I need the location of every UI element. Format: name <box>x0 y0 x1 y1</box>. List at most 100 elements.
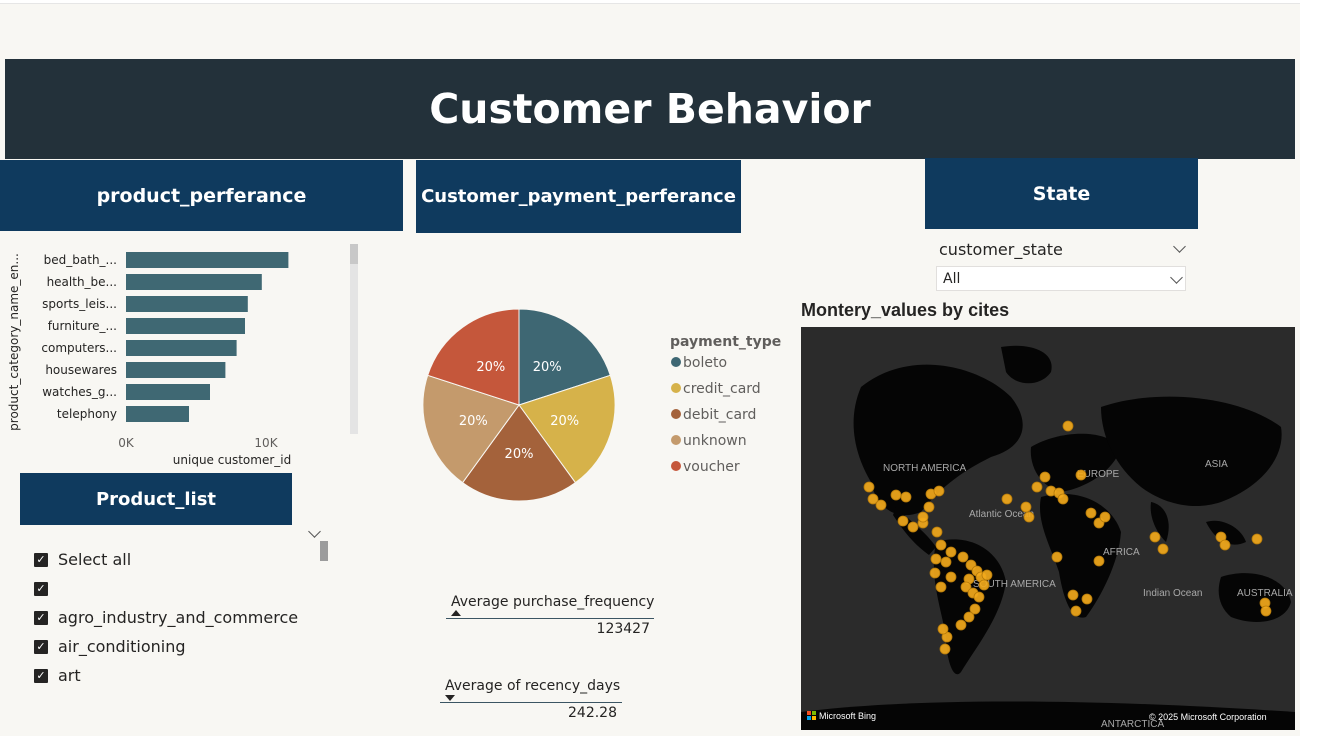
legend-item[interactable]: voucher <box>683 459 740 475</box>
pie-data-label: 20% <box>533 360 562 375</box>
map-label: Indian Ocean <box>1143 588 1203 599</box>
kpi-purchase-frequency: Average purchase_frequency 123427 <box>446 592 656 640</box>
map-point[interactable] <box>1062 420 1074 432</box>
kpi-underline <box>440 702 622 703</box>
map-point[interactable] <box>1260 605 1272 617</box>
map-point[interactable] <box>935 581 947 593</box>
checkbox-checked-icon[interactable]: ✓ <box>34 610 48 625</box>
payment-pie-chart[interactable]: 20% 20% 20% 20% 20% payment_type boleto credit_… <box>416 300 796 510</box>
map-point[interactable] <box>1051 551 1063 563</box>
bar[interactable] <box>126 274 262 290</box>
legend-item[interactable]: boleto <box>683 355 727 371</box>
checkbox-checked-icon[interactable]: ✓ <box>34 552 48 567</box>
map-point[interactable] <box>923 501 935 513</box>
map-point[interactable] <box>900 491 912 503</box>
map-point[interactable] <box>981 569 993 581</box>
map-point[interactable] <box>1093 555 1105 567</box>
product-bar-chart[interactable]: bed_bath_... health_be... sports_leis... fu… <box>0 236 360 472</box>
bar[interactable] <box>126 362 226 378</box>
category-label: sports_leis... <box>42 297 117 311</box>
map-point[interactable] <box>939 643 951 655</box>
map-point[interactable] <box>1149 531 1161 543</box>
state-dropdown[interactable]: All <box>936 266 1186 291</box>
list-item-select-all[interactable]: ✓ Select all <box>34 545 334 574</box>
map-point[interactable] <box>935 539 947 551</box>
bar[interactable] <box>126 252 289 268</box>
map-label: AUSTRALIA <box>1237 588 1293 599</box>
map-point[interactable] <box>933 485 945 497</box>
map-point[interactable] <box>1157 543 1169 555</box>
map-point[interactable] <box>1020 501 1032 513</box>
map-point[interactable] <box>957 551 969 563</box>
bar-chart-scroll-thumb[interactable] <box>350 244 358 264</box>
bar[interactable] <box>126 340 237 356</box>
legend-marker <box>671 461 681 471</box>
map-point[interactable] <box>1057 493 1069 505</box>
map-point[interactable] <box>930 553 942 565</box>
map-point[interactable] <box>1001 493 1013 505</box>
map-point[interactable] <box>897 515 909 527</box>
map-point[interactable] <box>863 481 875 493</box>
list-item-agro-industry[interactable]: ✓ agro_industry_and_commerce <box>34 603 334 632</box>
map-point[interactable] <box>1085 507 1097 519</box>
bar[interactable] <box>126 384 210 400</box>
map-point[interactable] <box>955 619 967 631</box>
checkbox-checked-icon[interactable]: ✓ <box>34 581 48 596</box>
legend-marker <box>671 435 681 445</box>
map-point[interactable] <box>1075 469 1087 481</box>
bar-chart-scrollbar[interactable] <box>350 244 358 434</box>
map-point[interactable] <box>1067 589 1079 601</box>
city-map[interactable]: NORTH AMERICA EUROPE ASIA Atlantic Ocean AFR… <box>801 327 1295 730</box>
map-point[interactable] <box>1039 471 1051 483</box>
map-point[interactable] <box>907 521 919 533</box>
list-item-blank[interactable]: ✓ <box>34 574 334 603</box>
kpi-recency-days: Average of recency_days 242.28 <box>440 676 625 724</box>
land-asia <box>1101 396 1282 507</box>
product-list: ✓ Select all ✓ ✓ agro_industry_and_commerc… <box>34 545 334 690</box>
checkbox-checked-icon[interactable]: ✓ <box>34 639 48 654</box>
map-point[interactable] <box>929 567 941 579</box>
y-axis-label: product_category_name_en... <box>7 253 21 431</box>
map-point[interactable] <box>1081 593 1093 605</box>
bar[interactable] <box>126 296 248 312</box>
map-point[interactable] <box>1070 605 1082 617</box>
map-point[interactable] <box>937 623 949 635</box>
map-point[interactable] <box>1099 511 1111 523</box>
map-point[interactable] <box>890 489 902 501</box>
map-title: Montery_values by cites <box>801 300 1010 320</box>
map-point[interactable] <box>1031 481 1043 493</box>
map-point[interactable] <box>1219 539 1231 551</box>
legend-item[interactable]: credit_card <box>683 381 761 397</box>
legend-item[interactable]: debit_card <box>683 407 756 423</box>
x-tick-label: 0K <box>118 436 135 450</box>
map-attribution-right: © 2025 Microsoft Corporation <box>1149 712 1267 722</box>
map-point[interactable] <box>978 579 990 591</box>
bar[interactable] <box>126 406 189 422</box>
sort-triangle-icon <box>445 695 455 701</box>
category-label: bed_bath_... <box>44 253 117 267</box>
header-product-preference: product_perferance <box>0 160 403 231</box>
map-point[interactable] <box>963 611 975 623</box>
state-slicer-field: customer_state <box>939 240 1063 259</box>
map-point[interactable] <box>875 499 887 511</box>
checkbox-checked-icon[interactable]: ✓ <box>34 668 48 683</box>
map-point[interactable] <box>1251 533 1263 545</box>
map-point[interactable] <box>973 591 985 603</box>
list-item-art[interactable]: ✓ art <box>34 661 334 690</box>
list-item-air-conditioning[interactable]: ✓ air_conditioning <box>34 632 334 661</box>
map-point[interactable] <box>945 546 957 558</box>
kpi-value: 123427 <box>596 621 650 637</box>
list-item-label: agro_industry_and_commerce <box>58 608 299 627</box>
legend-marker <box>671 357 681 367</box>
map-point[interactable] <box>945 571 957 583</box>
map-point[interactable] <box>917 511 929 523</box>
legend-item[interactable]: unknown <box>683 433 747 449</box>
map-point[interactable] <box>1023 511 1035 523</box>
category-label: housewares <box>45 363 117 377</box>
map-point[interactable] <box>940 556 952 568</box>
map-point[interactable] <box>931 526 943 538</box>
pie-data-label: 20% <box>550 414 579 429</box>
bar[interactable] <box>126 318 245 334</box>
map-label: NORTH AMERICA <box>883 463 966 474</box>
x-tick-label: 10K <box>254 436 278 450</box>
